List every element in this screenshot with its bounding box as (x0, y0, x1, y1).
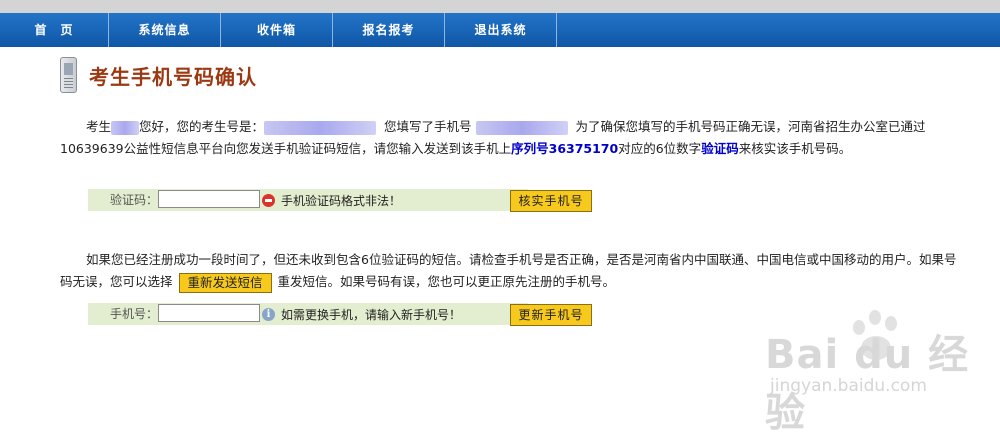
nav-item-registration[interactable]: 报名报考 (333, 13, 445, 47)
verify-error-message: 手机验证码格式非法！ (262, 189, 401, 211)
serial-number: 序列号36375170 (511, 141, 619, 156)
page-title: 考生手机号码确认 (89, 64, 257, 89)
title-area: 考生手机号码确认 (60, 57, 257, 93)
resend-sms-button[interactable]: 重新发送短信 (178, 272, 272, 293)
nav-item-system-info[interactable]: 系统信息 (109, 13, 221, 47)
nav-item-home[interactable]: 首 页 (0, 13, 109, 47)
nav-item-inbox[interactable]: 收件箱 (221, 13, 333, 47)
resend-text-b: 重发短信。如果号码有误，您也可以更正原先注册的手机号。 (277, 274, 616, 289)
phone-info-message: i 如需更换手机，请输入新手机号！ (262, 303, 461, 325)
main-nav: 首 页 系统信息 收件箱 报名报考 退出系统 (0, 13, 1000, 47)
redacted-candidate-number (264, 120, 377, 135)
phone-number-input[interactable] (158, 304, 260, 322)
verification-code-label: 验证码 (701, 141, 739, 156)
verify-code-input[interactable] (158, 190, 260, 208)
verify-phone-button[interactable]: 核实手机号 (510, 190, 592, 212)
update-phone-button[interactable]: 更新手机号 (510, 304, 592, 326)
intro-text-a: 考生 (86, 119, 112, 134)
verify-row: 验证码： 手机验证码格式非法！ (88, 189, 528, 211)
redacted-phone-number (475, 120, 568, 135)
paw-logo-icon (843, 308, 913, 368)
watermark-url: jingyan.baidu.com (770, 376, 927, 396)
error-icon (262, 193, 275, 207)
redacted-name (111, 120, 140, 135)
watermark-brand: Bai du 经验 (765, 332, 970, 436)
baidu-watermark: Bai du 经验 jingyan.baidu.com (765, 308, 995, 436)
phone-info-text: 如需更换手机，请输入新手机号！ (281, 307, 462, 322)
phone-number-label: 手机号： (109, 307, 158, 321)
intro-text-e: 对应的6位数字 (618, 141, 702, 156)
phone-row: 手机号： i 如需更换手机，请输入新手机号！ (88, 303, 528, 325)
nav-item-logout[interactable]: 退出系统 (445, 13, 557, 47)
top-strip (0, 0, 1000, 13)
verify-error-text: 手机验证码格式非法！ (281, 193, 402, 208)
intro-paragraph: 考生 您好，您的考生号是： 您填写了手机号 为了确保您填写的手机号码正确无误，河南省招… (60, 116, 960, 160)
info-icon: i (262, 307, 275, 321)
intro-text-f: 来核实该手机号码。 (738, 141, 852, 156)
intro-text-c: 您填写了手机号 (384, 119, 472, 134)
verify-code-label: 验证码： (109, 193, 158, 207)
intro-text-b: 您好，您的考生号是： (139, 119, 265, 134)
mobile-phone-icon (60, 57, 77, 93)
resend-paragraph: 如果您已经注册成功一段时间了，但还未收到包含6位验证码的短信。请检查手机号是否正… (60, 249, 960, 293)
